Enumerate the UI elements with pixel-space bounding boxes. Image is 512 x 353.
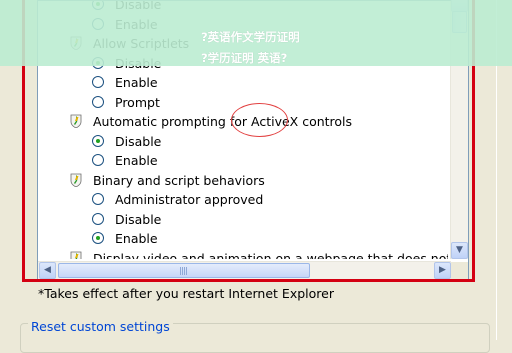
radio-label: Enable [115,231,158,246]
radio-label: Administrator approved [115,192,264,207]
radio-label: Enable [115,153,158,168]
reset-group-title: Reset custom settings [28,319,173,334]
grip-icon [180,267,188,275]
category-label: Binary and script behaviors [93,172,265,188]
category-label: Automatic prompting for ActiveX controls [93,114,353,129]
horizontal-scroll-thumb[interactable] [58,263,310,278]
radio-selected-icon[interactable] [92,232,104,244]
radio-unselected-icon[interactable] [92,193,104,205]
scrollbar-corner [451,262,468,279]
banner-line-1: ?英语作文学历证明 [201,30,300,44]
banner-line-2: ?学历证明 英语? [201,51,288,65]
radio-label: Disable [115,211,162,227]
radio-unselected-icon[interactable] [92,154,104,166]
radio-unselected-icon[interactable] [92,76,104,88]
horizontal-scrollbar[interactable]: ◀ ▶ [38,261,451,279]
radio-label: Disable [115,133,162,149]
scroll-down-button[interactable]: ▼ [451,242,468,259]
radio-label: Enable [115,75,158,90]
scroll-left-button[interactable]: ◀ [39,262,56,279]
scroll-right-button[interactable]: ▶ [434,262,451,279]
radio-label: Prompt [115,94,160,110]
settings-shield-icon [70,251,82,259]
category-label: Display video and animation on a webpage… [93,250,448,260]
radio-selected-icon[interactable] [92,134,104,147]
activex-highlight-circle [231,103,288,137]
settings-shield-icon [70,173,82,187]
overlay-banner: ?英语作文学历证明 ?学历证明 英语? [0,0,512,66]
radio-unselected-icon[interactable] [92,95,104,108]
settings-shield-icon [70,114,82,129]
restart-note: *Takes effect after you restart Internet… [38,286,334,301]
radio-unselected-icon[interactable] [92,212,104,225]
